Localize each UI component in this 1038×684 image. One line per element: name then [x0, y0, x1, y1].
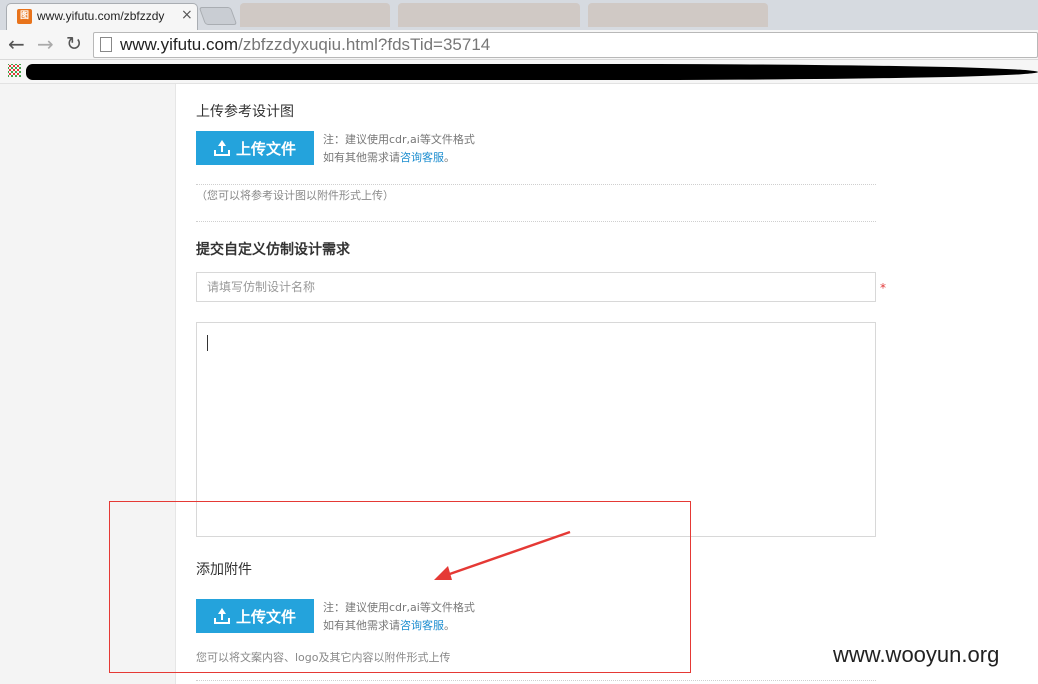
upload-button-label: 上传文件: [235, 140, 296, 158]
reference-hint: （您可以将参考设计图以附件形式上传）: [196, 189, 394, 202]
back-arrow-icon[interactable]: ←: [8, 32, 25, 56]
url-host: www.yifutu.com: [120, 35, 239, 54]
upload-icon: [213, 140, 230, 156]
attachment-upload-note: 注：建议使用cdr,ai等文件格式 如有其他需求请咨询客服。: [323, 599, 475, 635]
upload-attachment-button[interactable]: 上传文件: [196, 599, 314, 633]
note-prefix: 如有其他需求请: [323, 151, 400, 164]
watermark-text: www.wooyun.org: [833, 642, 1000, 667]
browser-toolbar: ← → ↻ www.yifutu.com/zbfzzdyxuqiu.html?f…: [0, 30, 1038, 60]
attachment-section-title: 添加附件: [196, 562, 252, 578]
browser-tab-blurred[interactable]: [588, 3, 768, 27]
page-content: 上传参考设计图 上传文件 注：建议使用cdr,ai等文件格式 如有其他需求请咨询…: [0, 84, 1038, 684]
page-icon: [100, 37, 112, 52]
note-suffix: 。: [444, 619, 455, 632]
left-sidebar-background: [0, 84, 176, 684]
reference-upload-note: 注：建议使用cdr,ai等文件格式 如有其他需求请咨询客服。: [323, 131, 475, 167]
forward-arrow-icon[interactable]: →: [37, 32, 54, 56]
customer-service-link[interactable]: 咨询客服: [400, 619, 444, 632]
divider: [196, 680, 876, 681]
upload-button-label: 上传文件: [235, 608, 296, 626]
annotation-arrow-icon: [434, 530, 571, 580]
apps-grid-icon[interactable]: [8, 64, 21, 77]
note-contact: 如有其他需求请咨询客服。: [323, 149, 475, 167]
address-bar[interactable]: www.yifutu.com/zbfzzdyxuqiu.html?fdsTid=…: [93, 32, 1038, 58]
redaction-bar: [26, 64, 1038, 80]
requirement-textarea[interactable]: [196, 322, 876, 537]
new-tab-button[interactable]: [198, 7, 238, 25]
upload-reference-button[interactable]: 上传文件: [196, 131, 314, 165]
note-suffix: 。: [444, 151, 455, 164]
bookmarks-bar: [0, 60, 1038, 84]
site-favicon-icon: 图: [17, 9, 32, 24]
tab-close-icon[interactable]: ×: [181, 7, 193, 23]
divider: [196, 221, 876, 222]
required-mark: *: [880, 281, 886, 295]
text-caret: [207, 335, 208, 351]
tab-strip: 图 www.yifutu.com/zbfzzdy ×: [0, 0, 1038, 30]
reload-icon[interactable]: ↻: [66, 32, 82, 56]
reference-section-title: 上传参考设计图: [196, 104, 294, 120]
note-contact: 如有其他需求请咨询客服。: [323, 617, 475, 635]
attachment-hint: 您可以将文案内容、logo及其它内容以附件形式上传: [196, 651, 451, 664]
tab-title: www.yifutu.com/zbfzzdy: [37, 9, 165, 23]
divider: [196, 184, 876, 185]
url-path: /zbfzzdyxuqiu.html?fdsTid=35714: [238, 35, 491, 54]
browser-tab-blurred[interactable]: [240, 3, 390, 27]
note-format: 注：建议使用cdr,ai等文件格式: [323, 133, 475, 146]
custom-section-title: 提交自定义仿制设计需求: [196, 242, 350, 258]
design-name-input[interactable]: [196, 272, 876, 302]
note-prefix: 如有其他需求请: [323, 619, 400, 632]
note-format: 注：建议使用cdr,ai等文件格式: [323, 601, 475, 614]
upload-icon: [213, 608, 230, 624]
browser-tab-active[interactable]: 图 www.yifutu.com/zbfzzdy ×: [6, 3, 198, 30]
url-text[interactable]: www.yifutu.com/zbfzzdyxuqiu.html?fdsTid=…: [120, 35, 490, 55]
browser-tab-blurred[interactable]: [398, 3, 580, 27]
customer-service-link[interactable]: 咨询客服: [400, 151, 444, 164]
